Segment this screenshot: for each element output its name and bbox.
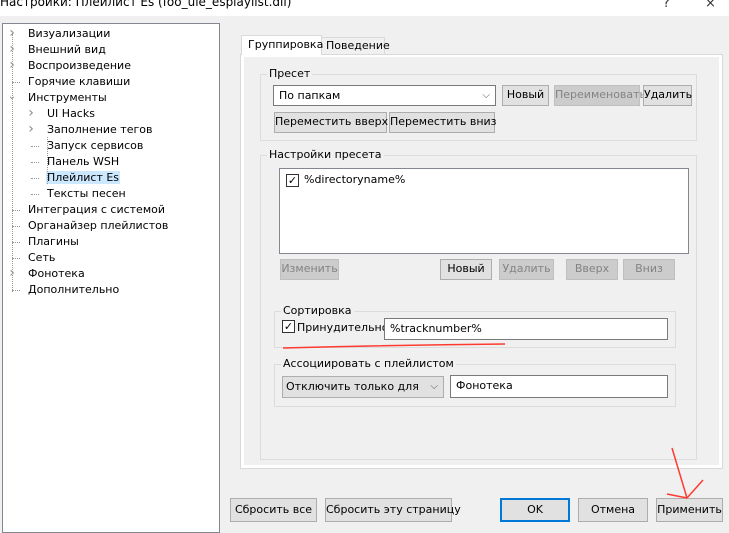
item-delete-button[interactable]: Удалить: [499, 259, 554, 280]
edit-button[interactable]: Изменить: [280, 259, 339, 280]
tree-item-label: Воспроизведение: [28, 59, 131, 72]
tree-item-label: Визуализации: [28, 27, 111, 40]
tree-item-label: Заполнение тегов: [47, 123, 153, 136]
tree-item[interactable]: UI Hacks: [46, 106, 96, 122]
apply-button[interactable]: Применить: [656, 498, 723, 522]
tree-item[interactable]: Воспроизведение: [27, 58, 132, 74]
tree-connector: [12, 242, 20, 243]
tree-item-label: Тексты песен: [47, 187, 126, 200]
tree-item[interactable]: Сеть: [27, 250, 56, 266]
chevron-down-icon: ⌵: [430, 381, 438, 392]
tree-connector: [31, 194, 39, 195]
preset-settings-label: Настройки пресета: [267, 148, 384, 162]
tree-item[interactable]: Запуск сервисов: [46, 138, 144, 154]
tree-item-label: Органайзер плейлистов: [28, 219, 169, 232]
tree-connector: [12, 34, 13, 292]
grouping-list[interactable]: ✓ %directoryname%: [279, 168, 689, 254]
tree-connector: [12, 82, 20, 83]
preset-new-button[interactable]: Новый: [502, 85, 549, 106]
tab-grouping[interactable]: Группировка: [241, 35, 323, 55]
force-sort-checkbox[interactable]: ✓: [282, 320, 295, 333]
tree-item-label: Инструменты: [28, 91, 107, 104]
tree-item-label: Внешний вид: [28, 43, 106, 56]
sort-pattern-input[interactable]: %tracknumber%: [384, 318, 668, 340]
tree-connector: [31, 146, 39, 147]
tree-item[interactable]: Визуализации: [27, 26, 111, 42]
tree-item-label: UI Hacks: [47, 107, 95, 120]
tree-item[interactable]: Органайзер плейлистов: [27, 218, 169, 234]
preset-group-label: Пресет: [267, 67, 313, 81]
tree-item[interactable]: Внешний вид: [27, 42, 107, 58]
tree-connector: [12, 210, 20, 211]
associate-mode-value: Отключить только для: [286, 380, 419, 393]
item-down-button[interactable]: Вниз: [623, 259, 675, 280]
associate-playlist-input[interactable]: Фонотека: [450, 375, 668, 398]
preset-delete-button[interactable]: Удалить: [643, 85, 692, 106]
tree-connector: [12, 290, 20, 291]
tree-item-label: Сеть: [28, 251, 56, 264]
reset-page-button[interactable]: Сбросить эту страницу: [325, 498, 461, 522]
tab-behavior[interactable]: Поведение: [321, 37, 390, 54]
checkbox-checked-icon[interactable]: ✓: [286, 174, 299, 187]
tree-item[interactable]: Панель WSH: [46, 154, 120, 170]
close-button[interactable]: ×: [705, 0, 716, 11]
tree-item[interactable]: Тексты песен: [46, 186, 127, 202]
associate-label: Ассоциировать с плейлистом: [281, 357, 456, 371]
tree-item-label: Фонотека: [28, 267, 85, 280]
preset-rename-button[interactable]: Переименовать: [554, 85, 646, 106]
tree-connector: [12, 258, 20, 259]
tree-item-label: Интеграция с системой: [28, 203, 165, 216]
preset-select-value: По папкам: [279, 89, 341, 102]
title-bar: Настройки: Плейлист Es (foo_uie_esplayli…: [0, 0, 729, 16]
tree-item-label: Плейлист Es: [46, 171, 121, 184]
tree-connector: [12, 226, 20, 227]
chevron-right-icon[interactable]: ›: [26, 105, 36, 121]
tree-item[interactable]: Заполнение тегов: [46, 122, 153, 138]
chevron-right-icon[interactable]: ›: [26, 121, 36, 137]
associate-mode-select[interactable]: Отключить только для ⌵: [282, 376, 444, 398]
chevron-down-icon: ⌵: [482, 90, 490, 101]
item-new-button[interactable]: Новый: [440, 259, 492, 280]
sorting-label: Сортировка: [281, 304, 354, 318]
window-title: Настройки: Плейлист Es (foo_uie_esplayli…: [0, 0, 292, 9]
reset-all-button[interactable]: Сбросить все: [230, 498, 317, 522]
tree-item-label: Запуск сервисов: [47, 139, 144, 152]
help-button[interactable]: ?: [663, 0, 670, 11]
move-down-button[interactable]: Переместить вниз: [389, 112, 497, 133]
preset-select[interactable]: По папкам ⌵: [273, 85, 496, 106]
ok-button[interactable]: OK: [500, 498, 570, 522]
cancel-button[interactable]: Отмена: [578, 498, 648, 522]
tree-item[interactable]: Плагины: [27, 234, 80, 250]
tree-item-label: Горячие клавиши: [28, 75, 131, 88]
tree-item[interactable]: Дополнительно: [27, 282, 120, 298]
tree-item-label: Плагины: [28, 235, 79, 248]
tree-item[interactable]: Фонотека: [27, 266, 86, 282]
force-sort-label[interactable]: Принудительно: [297, 321, 388, 334]
tree-item[interactable]: Интеграция с системой: [27, 202, 166, 218]
tree-item[interactable]: Инструменты: [27, 90, 108, 106]
settings-tree[interactable]: Визуализации › Внешний вид › Воспроизведение…: [2, 23, 220, 533]
item-up-button[interactable]: Вверх: [566, 259, 618, 280]
tree-item[interactable]: Горячие клавиши: [27, 74, 131, 90]
tree-connector: [47, 137, 48, 184]
tree-item[interactable]: Плейлист Es: [46, 170, 121, 186]
tree-item-label: Панель WSH: [47, 155, 120, 168]
tree-item-label: Дополнительно: [28, 283, 120, 296]
move-up-button[interactable]: Переместить вверх: [274, 112, 388, 133]
list-item-label: %directoryname%: [304, 173, 406, 186]
tree-connector: [31, 162, 39, 163]
tree-connector: [31, 178, 39, 179]
